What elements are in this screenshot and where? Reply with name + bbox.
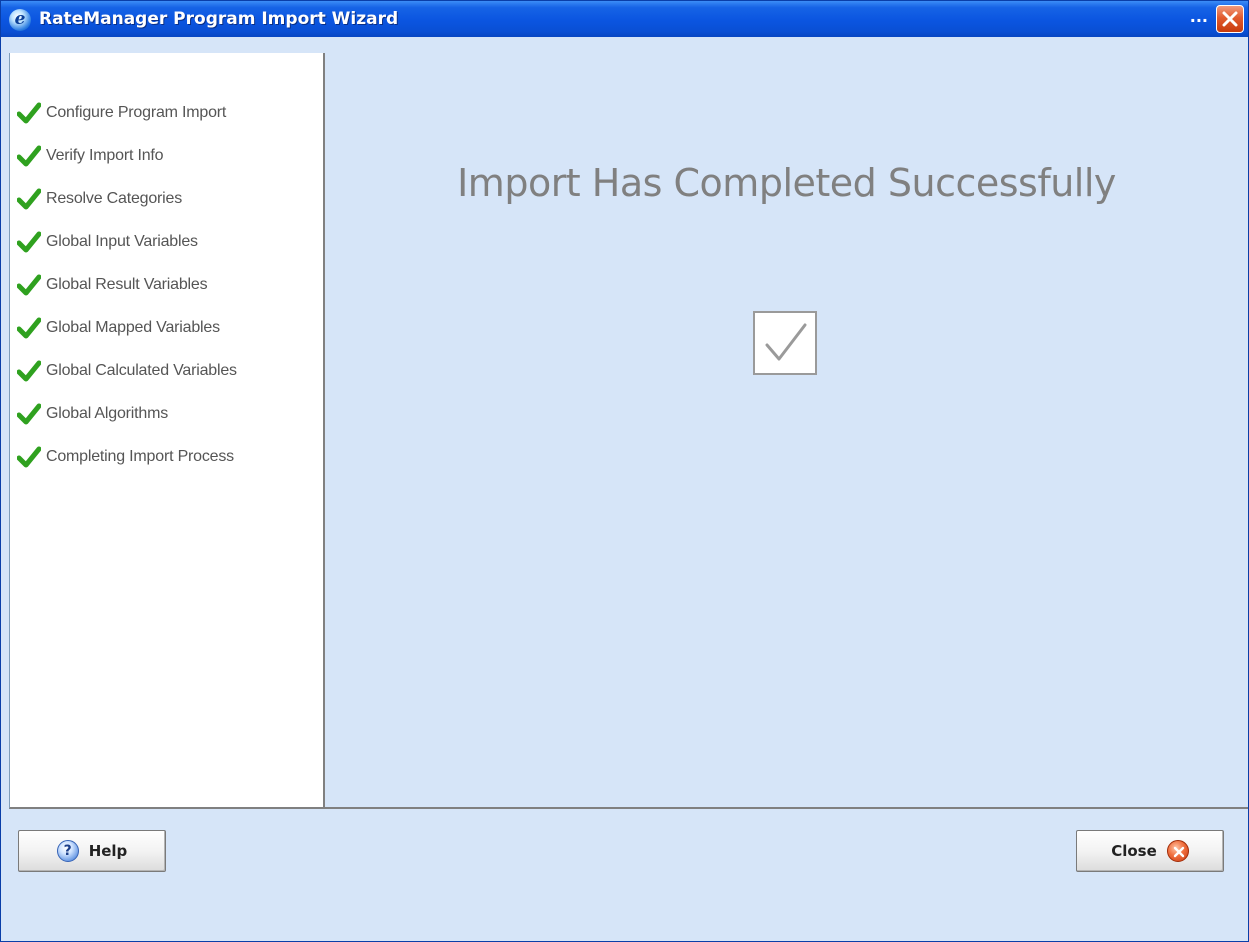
close-button-label: Close <box>1111 842 1157 860</box>
wizard-footer: ? Help Close <box>1 811 1248 941</box>
step-label: Global Algorithms <box>46 404 168 422</box>
green-checkmark-icon <box>12 445 46 469</box>
step-label: Global Input Variables <box>46 232 198 250</box>
green-checkmark-icon <box>12 273 46 297</box>
wizard-window: e RateManager Program Import Wizard ... … <box>0 0 1249 942</box>
step-label: Configure Program Import <box>46 103 227 121</box>
step-list: Configure Program Import Verify Import In… <box>10 91 237 478</box>
internet-explorer-icon: e <box>9 9 31 31</box>
checkbox-checked-icon <box>753 311 817 375</box>
step-label: Global Mapped Variables <box>46 318 220 336</box>
green-checkmark-icon <box>12 230 46 254</box>
step-label: Verify Import Info <box>46 146 164 164</box>
help-button[interactable]: ? Help <box>18 830 166 872</box>
close-x-icon <box>1166 840 1189 862</box>
completion-headline: Import Has Completed Successfully <box>457 161 1116 205</box>
step-item: Verify Import Info <box>10 134 237 177</box>
window-title: RateManager Program Import Wizard <box>39 9 399 29</box>
step-item: Global Result Variables <box>10 263 237 306</box>
step-item: Global Algorithms <box>10 392 237 435</box>
step-item: Global Input Variables <box>10 220 237 263</box>
close-button[interactable]: Close <box>1076 830 1224 872</box>
help-button-label: Help <box>88 842 128 860</box>
green-checkmark-icon <box>12 316 46 340</box>
title-ellipsis: ... <box>1189 7 1208 26</box>
step-label: Global Result Variables <box>46 275 208 293</box>
window-close-button[interactable] <box>1216 5 1244 33</box>
close-icon <box>1222 11 1238 27</box>
green-checkmark-icon <box>12 359 46 383</box>
title-bar[interactable]: e RateManager Program Import Wizard ... <box>1 1 1248 37</box>
main-content: Import Has Completed Successfully <box>325 53 1248 809</box>
green-checkmark-icon <box>12 402 46 426</box>
green-checkmark-icon <box>12 187 46 211</box>
step-label: Global Calculated Variables <box>46 361 237 379</box>
step-item: Configure Program Import <box>10 91 237 134</box>
step-label: Resolve Categories <box>46 189 183 207</box>
step-label: Completing Import Process <box>46 447 234 465</box>
step-item: Completing Import Process <box>10 435 237 478</box>
green-checkmark-icon <box>12 144 46 168</box>
help-question-icon: ? <box>56 840 79 862</box>
step-item: Global Calculated Variables <box>10 349 237 392</box>
wizard-steps-panel: Configure Program Import Verify Import In… <box>9 53 325 809</box>
step-item: Global Mapped Variables <box>10 306 237 349</box>
green-checkmark-icon <box>12 101 46 125</box>
step-item: Resolve Categories <box>10 177 237 220</box>
